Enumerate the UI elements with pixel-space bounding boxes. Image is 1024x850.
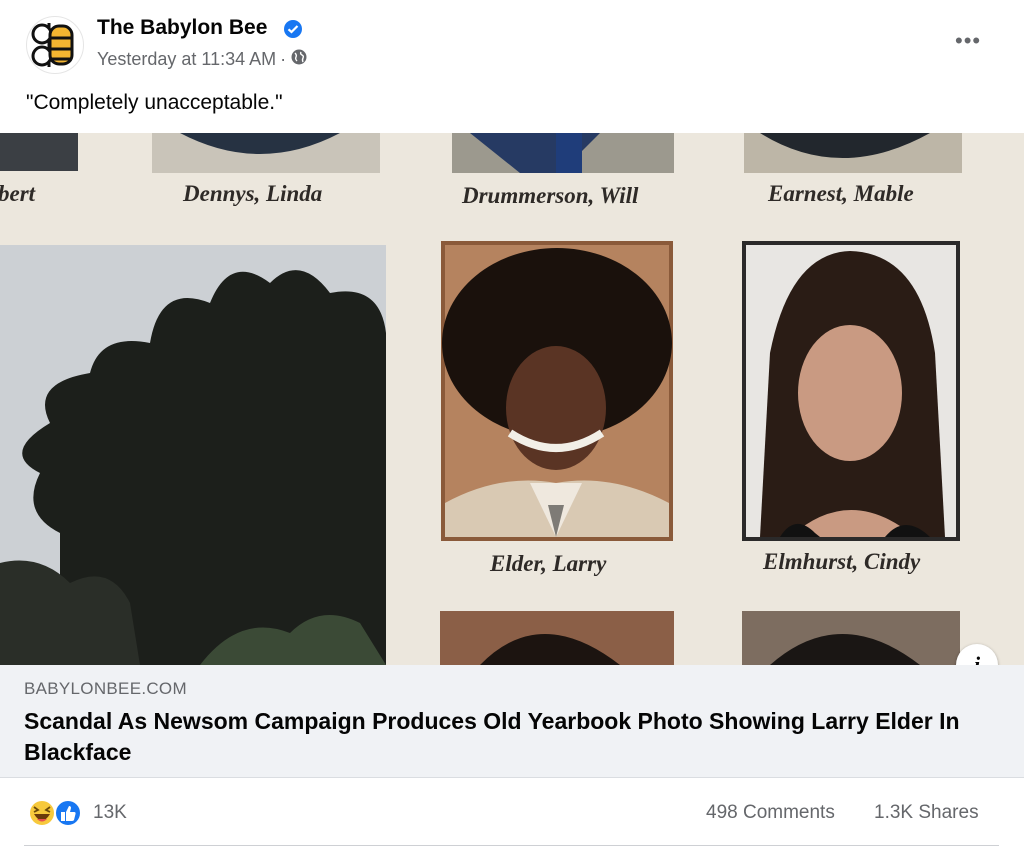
comments-count[interactable]: 498 Comments (706, 802, 835, 824)
page-avatar[interactable] (26, 16, 84, 74)
post-meta: Yesterday at 11:34 AM · (97, 48, 308, 71)
reaction-icons[interactable] (26, 797, 86, 829)
footer-divider (24, 845, 999, 846)
yearbook-name: Earnest, Mable (768, 181, 914, 206)
reaction-count[interactable]: 13K (93, 802, 127, 824)
yearbook-name: Drummerson, Will (462, 183, 639, 208)
yearbook-name: Elder, Larry (490, 551, 607, 576)
like-icon (54, 799, 82, 827)
meta-separator: · (280, 49, 287, 69)
yearbook-photo (0, 133, 1024, 665)
yearbook-name: Elmhurst, Cindy (763, 549, 921, 574)
post-caption: "Completely unacceptable." (26, 91, 283, 114)
yearbook-name: bert (0, 181, 36, 206)
babylon-bee-logo (31, 23, 74, 67)
verified-badge-icon (284, 20, 302, 38)
haha-icon (28, 799, 56, 827)
link-domain: BABYLONBEE.COM (24, 679, 187, 698)
more-options-icon[interactable]: ••• (955, 28, 981, 54)
link-headline[interactable]: Scandal As Newsom Campaign Produces Old … (24, 706, 964, 768)
shares-count[interactable]: 1.3K Shares (874, 802, 979, 824)
post-timestamp[interactable]: Yesterday at 11:34 AM (97, 49, 276, 70)
yearbook-name: Dennys, Linda (183, 181, 323, 206)
globe-icon (290, 48, 308, 71)
post-image[interactable]: bert Dennys, Linda Drummerson, Will Earn… (0, 133, 1024, 665)
page-name[interactable]: The Babylon Bee (97, 16, 267, 40)
